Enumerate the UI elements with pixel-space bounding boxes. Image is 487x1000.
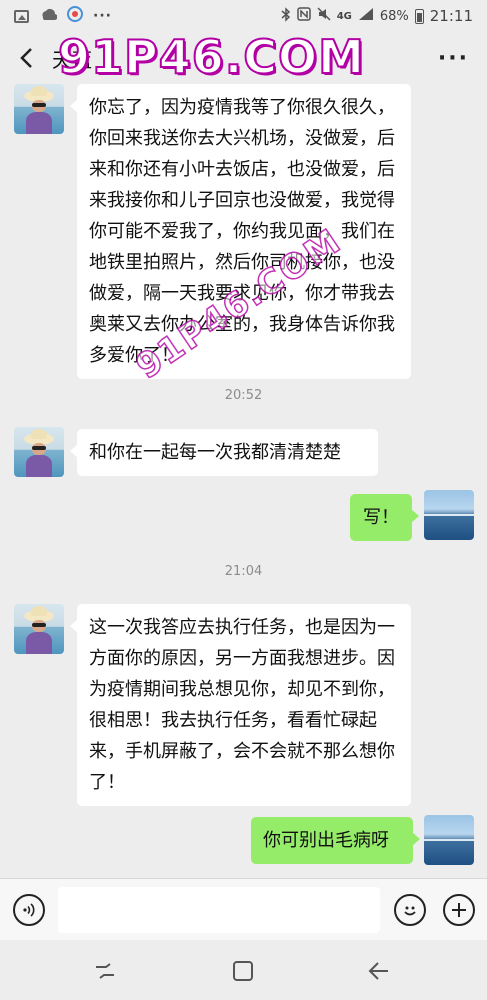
- app-icon: [67, 6, 83, 26]
- mute-icon: [317, 7, 331, 25]
- own-avatar[interactable]: [424, 815, 474, 865]
- voice-icon[interactable]: [13, 894, 45, 926]
- back-arrow-icon[interactable]: [14, 46, 38, 70]
- battery-percent: 68%: [379, 8, 409, 24]
- message-bubble[interactable]: 你忘了，因为疫情我等了你很久很久，你回来我送你去大兴机场，没做爱，后来和你还有小…: [70, 84, 411, 379]
- status-bar: ··· 4G 68% 21:11: [0, 0, 487, 32]
- timestamp: 21:04: [224, 564, 263, 579]
- back-icon[interactable]: [366, 958, 392, 984]
- chat-header: 天蓝: [0, 32, 487, 84]
- more-icon[interactable]: ···: [438, 46, 469, 71]
- nav-bar: [0, 940, 487, 1000]
- chat-area[interactable]: 你忘了，因为疫情我等了你很久很久，你回来我送你去大兴机场，没做爱，后来和你还有小…: [0, 84, 487, 878]
- message-bubble[interactable]: 这一次我答应去执行任务，也是因为一方面你的原因，另一方面我想进步。因为疫情期间我…: [70, 604, 411, 806]
- clock: 21:11: [429, 7, 473, 25]
- status-right: 4G 68% 21:11: [281, 6, 473, 26]
- status-left: ···: [14, 6, 112, 26]
- plus-icon[interactable]: [443, 894, 475, 926]
- recents-icon[interactable]: [92, 958, 118, 984]
- own-avatar[interactable]: [424, 490, 474, 540]
- timestamp: 20:52: [224, 388, 263, 403]
- contact-avatar[interactable]: [14, 604, 64, 654]
- contact-avatar[interactable]: [14, 84, 64, 134]
- message-bubble-own[interactable]: 写！: [350, 494, 419, 541]
- message-input[interactable]: [58, 887, 380, 933]
- chat-title: 天蓝: [52, 47, 92, 72]
- network-type: 4G: [336, 10, 352, 22]
- image-icon: [14, 9, 29, 23]
- nfc-icon: [296, 7, 311, 25]
- battery-icon: [414, 8, 424, 24]
- input-bar: [0, 878, 487, 940]
- message-bubble-own[interactable]: 你可别出毛病呀: [251, 817, 420, 864]
- message-bubble[interactable]: 和你在一起每一次我都清清楚楚: [70, 429, 378, 476]
- signal-icon: [358, 7, 374, 25]
- home-icon[interactable]: [230, 958, 256, 984]
- emoji-icon[interactable]: [394, 894, 426, 926]
- bluetooth-icon: [281, 6, 291, 26]
- weather-icon: [39, 7, 58, 25]
- contact-avatar[interactable]: [14, 427, 64, 477]
- more-dots-icon: ···: [93, 8, 112, 24]
